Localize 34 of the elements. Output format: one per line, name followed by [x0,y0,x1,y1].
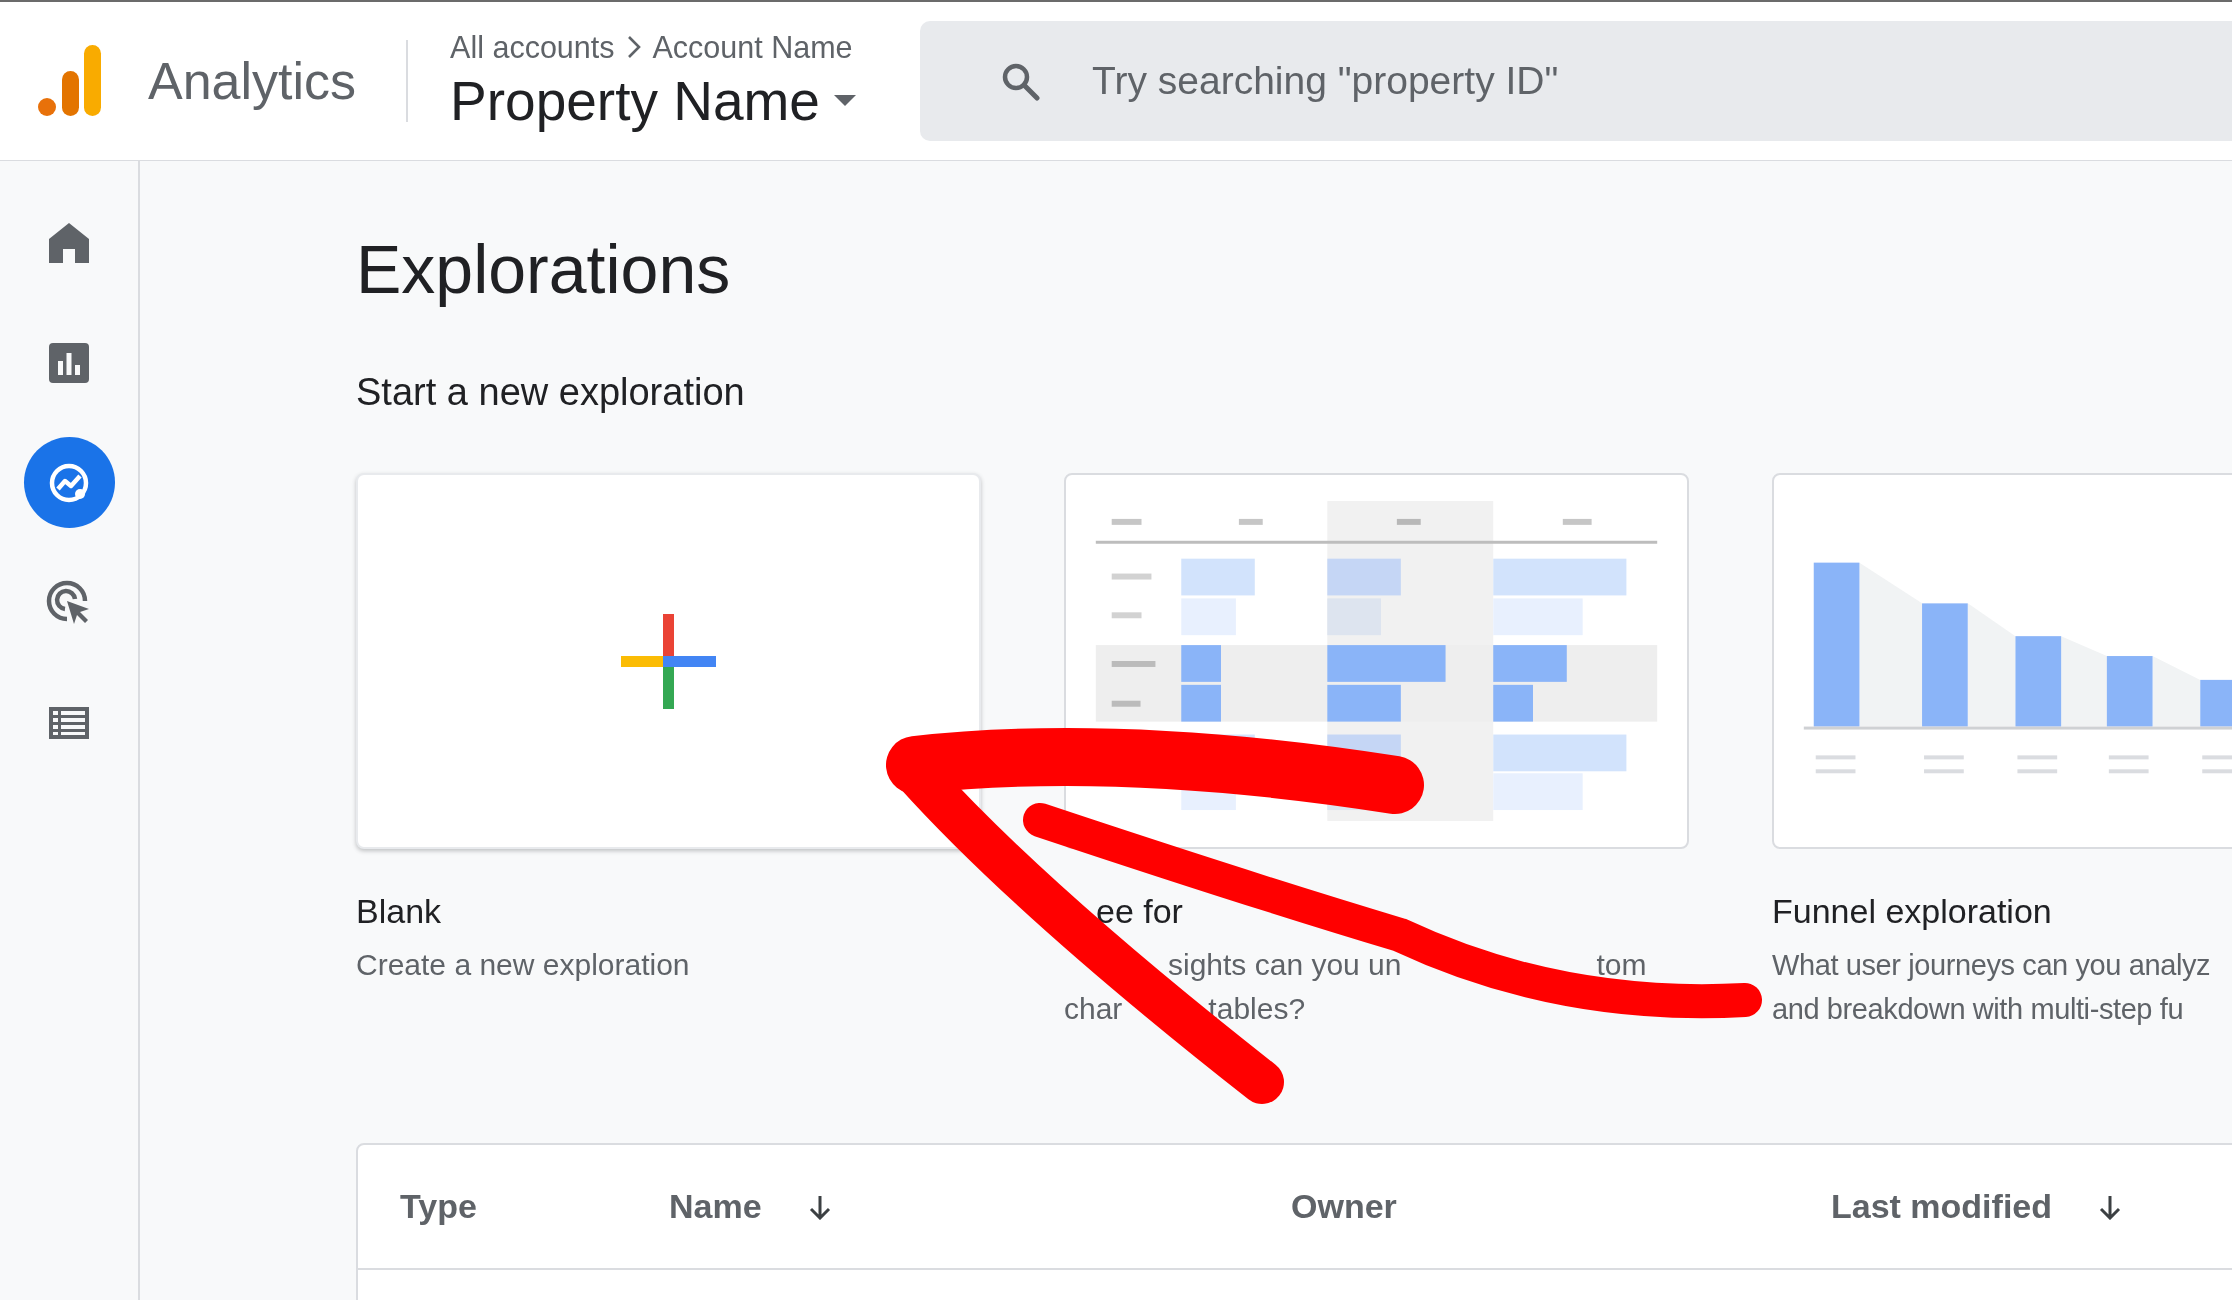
search-field[interactable]: Try searching "property ID" [920,21,2232,141]
template-description: and breakdown with multi-step fu [1772,992,2184,1027]
search-icon [1000,61,1041,101]
template-description: tables? [1208,991,1306,1027]
label-placeholder [2202,755,2232,774]
column-header[interactable]: Owner [1291,1187,1397,1226]
property-selector[interactable]: Property Name [450,68,871,133]
label-placeholder [2017,755,2058,774]
funnel-bar [2106,656,2153,727]
product-name: Analytics [148,51,357,111]
template-title: Funnel exploration [1772,891,2053,931]
label-placeholder [1924,755,1964,774]
section-heading: Start a new exploration [356,370,746,415]
template-description: sights can you un [1168,947,1402,983]
label-placeholder [2108,755,2149,774]
template-description: Create a new exploration [356,947,690,983]
template-card[interactable] [356,473,981,849]
breadcrumb-link[interactable]: All accounts [450,29,615,65]
dropdown-caret-icon [833,95,856,106]
template-description: What user journeys can you analyz [1772,948,2211,983]
bar-chart-logo-icon [38,45,102,117]
template-description: char [1064,991,1123,1027]
template-title: Blank [356,891,443,931]
breadcrumb-link[interactable]: Account Name [652,29,853,65]
funnel-dropoff-area [2152,656,2201,727]
search-input[interactable]: Try searching "property ID" [1090,58,1995,104]
label-placeholder [1815,755,1856,774]
column-header[interactable]: Type [400,1187,477,1226]
template-title: ee for [1095,891,1184,931]
column-header[interactable]: Last modified [1831,1187,2053,1226]
template-description: tom [1596,947,1647,983]
plus-icon [621,613,716,709]
column-header[interactable]: Name [669,1187,762,1226]
page-title: Explorations [356,230,732,309]
